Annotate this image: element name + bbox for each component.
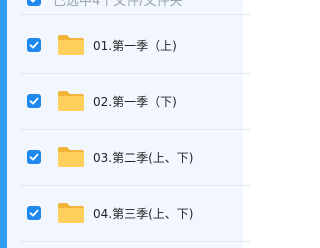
- list-item[interactable]: 01.第一季（上): [27, 17, 250, 73]
- select-all-checkbox[interactable]: [27, 0, 41, 6]
- check-icon: [29, 41, 39, 49]
- folder-icon: [58, 35, 84, 55]
- folder-icon: [58, 147, 84, 167]
- left-accent-bar: [0, 0, 7, 248]
- selection-summary: 已选中4个文件/文件夹: [53, 0, 183, 9]
- file-list-panel: 已选中4个文件/文件夹 01.第一季（上) 02.第一季（下) 03.第二季(上…: [7, 0, 250, 248]
- list-item[interactable]: 03.第二季(上、下): [27, 129, 250, 185]
- check-icon: [29, 97, 39, 105]
- list-item[interactable]: 04.第三季(上、下): [27, 185, 250, 241]
- item-label: 03.第二季(上、下): [93, 150, 194, 165]
- check-icon: [30, 0, 36, 3]
- folder-icon: [58, 203, 84, 223]
- item-label: 01.第一季（上): [93, 38, 177, 53]
- item-checkbox[interactable]: [27, 206, 41, 220]
- item-checkbox[interactable]: [27, 38, 41, 52]
- check-icon: [29, 153, 39, 161]
- divider: [19, 14, 250, 15]
- folder-icon: [58, 91, 84, 111]
- item-label: 02.第一季（下): [93, 94, 177, 109]
- item-checkbox[interactable]: [27, 94, 41, 108]
- divider: [19, 241, 250, 242]
- list-item[interactable]: 02.第一季（下): [27, 73, 250, 129]
- select-all-row[interactable]: 已选中4个文件/文件夹: [27, 0, 250, 9]
- check-icon: [29, 209, 39, 217]
- item-checkbox[interactable]: [27, 150, 41, 164]
- item-label: 04.第三季(上、下): [93, 206, 194, 221]
